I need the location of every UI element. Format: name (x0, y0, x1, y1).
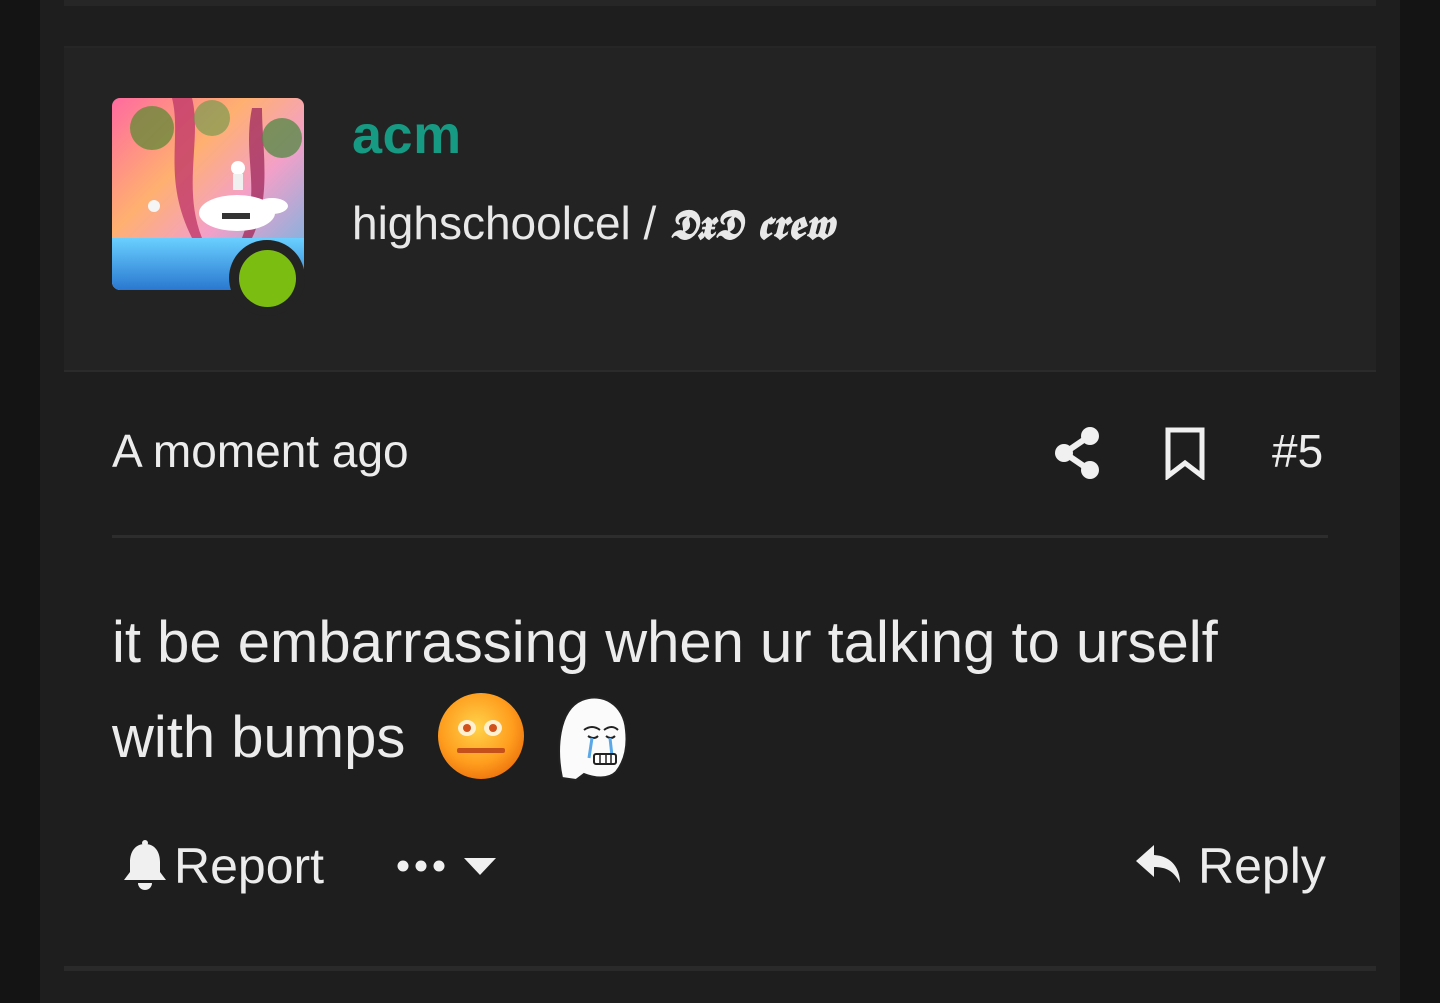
post-timestamp[interactable]: A moment ago (112, 428, 409, 474)
message-line-2: with bumps (112, 690, 1332, 785)
more-options-button[interactable] (396, 848, 500, 884)
message-line: it be embarrassing when ur talking to ur… (112, 610, 1218, 675)
cringe-face-emoji (438, 692, 525, 779)
crying-wojak-emoji (557, 696, 628, 781)
post-message: it be embarrassing when ur talking to ur… (112, 595, 1332, 785)
share-button[interactable] (1052, 426, 1102, 480)
bottom-divider (64, 966, 1376, 971)
report-label: Report (174, 838, 325, 894)
user-title: highschoolcel / 𝕯𝖝𝕯 𝖈𝖗𝖊𝖜 (352, 200, 834, 246)
user-title-crew: 𝕯𝖝𝕯 𝖈𝖗𝖊𝖜 (669, 200, 835, 249)
bell-icon (124, 840, 166, 890)
message-text: with bumps (112, 705, 406, 770)
bookmark-button[interactable] (1162, 426, 1208, 482)
reply-label: Reply (1198, 838, 1326, 894)
bookmark-icon (1165, 427, 1205, 482)
ellipsis-icon (397, 860, 445, 872)
post-header-divider (112, 535, 1328, 538)
reply-icon (1136, 845, 1180, 883)
more-options-icons (397, 858, 496, 875)
caret-down-icon (464, 858, 496, 875)
online-status-indicator (239, 250, 296, 307)
share-icon (1055, 427, 1099, 479)
reply-button[interactable]: Reply (1134, 838, 1326, 894)
report-button[interactable]: Report (122, 838, 324, 894)
post-number-link[interactable]: #5 (1272, 428, 1323, 474)
top-divider (64, 0, 1376, 6)
user-title-prefix: highschoolcel / (352, 197, 670, 249)
username-link[interactable]: acm (352, 108, 462, 162)
